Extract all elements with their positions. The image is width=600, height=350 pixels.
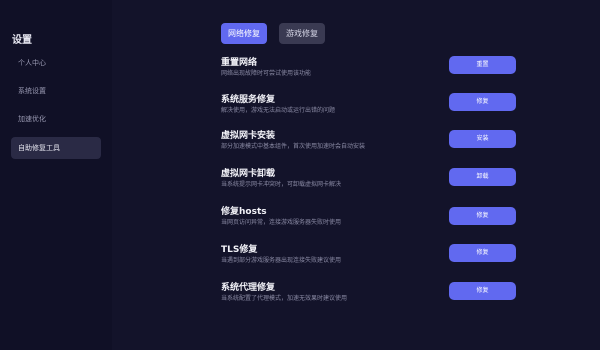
repair-row-tls: TLS修复 当遇到部分游戏服务器出现连接失败建议使用 修复 [221,242,521,272]
repair-description: 当遇到部分游戏服务器出现连接失败建议使用 [221,257,342,264]
repair-title: TLS修复 [221,245,258,255]
repair-row-system-service: 系统服务修复 解决使用，游戏无法启动或运行出错的问题 修复 [221,92,521,122]
repair-description: 当系统配置了代理模式，加速无效果时建议使用 [221,295,348,302]
tab-game-repair[interactable]: 游戏修复 [279,23,325,44]
repair-title: 系统代理修复 [221,283,276,293]
tab-network-repair[interactable]: 网络修复 [221,23,267,44]
repair-description: 部分加速模式中基本组件，首次使用加速时会自动安装 [221,143,366,150]
repair-row-install-vnic: 虚拟网卡安装 部分加速模式中基本组件，首次使用加速时会自动安装 安装 [221,128,521,158]
install-button[interactable]: 安装 [449,130,516,148]
repair-row-system-proxy: 系统代理修复 当系统配置了代理模式，加速无效果时建议使用 修复 [221,280,521,310]
repair-title: 虚拟网卡卸载 [221,169,276,179]
repair-row-uninstall-vnic: 虚拟网卡卸载 当系统提示网卡冲突时，可卸载虚拟网卡解决 卸载 [221,166,521,196]
sidebar: 设置 个人中心 系统设置 加速优化 自助修复工具 [0,0,112,350]
sidebar-item-repair-tools[interactable]: 自助修复工具 [11,137,101,159]
repair-row-reset-network: 重置网络 网络出现故障时可尝试使用该功能 重置 [221,55,521,85]
repair-title: 系统服务修复 [221,95,276,105]
repair-description: 网络出现故障时可尝试使用该功能 [221,70,312,77]
repair-title: 重置网络 [221,58,258,68]
repair-button[interactable]: 修复 [449,93,516,111]
repair-title: 修复hosts [221,207,267,217]
sidebar-item-profile[interactable]: 个人中心 [11,52,101,74]
repair-description: 解决使用，游戏无法启动或运行出错的问题 [221,107,336,114]
sidebar-item-acceleration[interactable]: 加速优化 [11,108,101,130]
repair-title: 虚拟网卡安装 [221,131,276,141]
repair-button[interactable]: 修复 [449,244,516,262]
repair-description: 当系统提示网卡冲突时，可卸载虚拟网卡解决 [221,181,342,188]
repair-row-hosts: 修复hosts 当网页访问异常，连接游戏服务器失败时使用 修复 [221,204,521,234]
repair-button[interactable]: 修复 [449,207,516,225]
uninstall-button[interactable]: 卸载 [449,168,516,186]
sidebar-title: 设置 [12,35,32,46]
reset-button[interactable]: 重置 [449,56,516,74]
sidebar-item-system-settings[interactable]: 系统设置 [11,80,101,102]
repair-description: 当网页访问异常，连接游戏服务器失败时使用 [221,219,342,226]
repair-button[interactable]: 修复 [449,282,516,300]
